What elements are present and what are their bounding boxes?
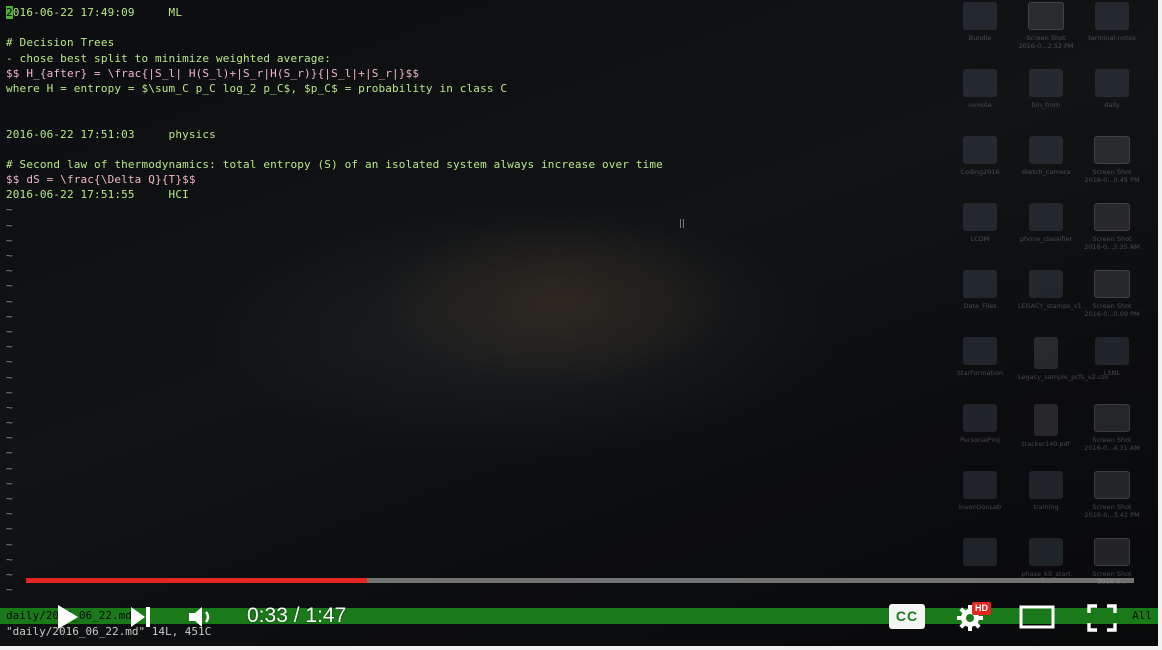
terminal-line: where H = entropy = $\sum_C p_C log_2 p_… <box>6 81 508 95</box>
empty-line-tilde: ~ <box>6 324 13 338</box>
empty-line-tilde: ~ <box>6 476 13 490</box>
empty-line-tilde: ~ <box>6 279 13 293</box>
empty-line-tilde: ~ <box>6 522 13 536</box>
empty-line-tilde: ~ <box>6 400 13 414</box>
hd-badge: HD <box>972 602 991 615</box>
terminal-line: - chose best split to minimize weighted … <box>6 51 332 65</box>
empty-line-tilde: ~ <box>6 203 13 217</box>
empty-line-tilde: ~ <box>6 309 13 323</box>
progress-played <box>26 578 368 583</box>
terminal-line: 2016-06-22 17:51:03 physics <box>6 127 216 141</box>
empty-line-tilde: ~ <box>6 431 13 445</box>
text-cursor-icon <box>680 219 684 228</box>
empty-line-tilde: ~ <box>6 552 13 566</box>
empty-line-tilde: ~ <box>6 233 13 247</box>
empty-line-tilde: ~ <box>6 492 13 505</box>
terminal-line: # Decision Trees <box>6 36 115 50</box>
empty-line-tilde: ~ <box>6 340 13 354</box>
terminal-line: $$ H_{after} = \frac{|S_l| H(S_l)+|S_r|H… <box>6 66 420 80</box>
empty-line-tilde: ~ <box>6 416 13 430</box>
empty-line-tilde: ~ <box>6 249 13 262</box>
empty-line-tilde: ~ <box>6 370 13 384</box>
captions-button[interactable]: CC <box>889 604 925 629</box>
empty-line-tilde: ~ <box>6 355 13 369</box>
terminal-line: 2016-06-22 17:49:09 ML <box>6 5 1158 20</box>
terminal-line: # Second law of thermodynamics: total en… <box>6 157 663 171</box>
empty-line-tilde: ~ <box>6 461 13 475</box>
fullscreen-icon[interactable] <box>1086 603 1118 633</box>
video-frame[interactable]: Bundle Screen Shot 2016-0...2.52 PM termin… <box>0 0 1162 650</box>
empty-line-tilde: ~ <box>6 446 13 460</box>
next-icon[interactable] <box>128 605 154 629</box>
line-text: 016-06-22 17:49:09 ML <box>12 6 183 19</box>
empty-line-tilde: ~ <box>6 507 13 521</box>
empty-line-tilde: ~ <box>6 264 13 278</box>
empty-line-tilde: ~ <box>6 294 13 308</box>
terminal-line: 2016-06-22 17:51:55 HCI <box>6 188 189 202</box>
status-position: All <box>1132 609 1152 622</box>
time-separator: / <box>287 604 306 627</box>
time-display: 0:33 / 1:47 <box>247 603 346 629</box>
empty-line-tilde: ~ <box>6 537 13 551</box>
empty-line-tilde: ~ <box>6 218 13 232</box>
terminal-line: $$ dS = \frac{\Delta Q}{T}$$ <box>6 173 196 187</box>
theater-mode-icon[interactable] <box>1019 604 1055 630</box>
vim-message-line: "daily/2016_06_22.md" 14L, 451C <box>6 625 212 638</box>
empty-line-tilde: ~ <box>6 385 13 399</box>
current-time: 0:33 <box>247 604 288 627</box>
empty-line-tilde: ~ <box>6 583 13 597</box>
duration: 1:47 <box>305 604 347 627</box>
cursor-block: 2 <box>6 6 13 19</box>
progress-bar[interactable] <box>26 578 1134 583</box>
vim-editor[interactable]: 2016-06-22 17:49:09 ML # Decision Trees - … <box>6 5 1158 597</box>
play-icon[interactable] <box>52 602 82 632</box>
volume-icon[interactable] <box>187 604 215 630</box>
